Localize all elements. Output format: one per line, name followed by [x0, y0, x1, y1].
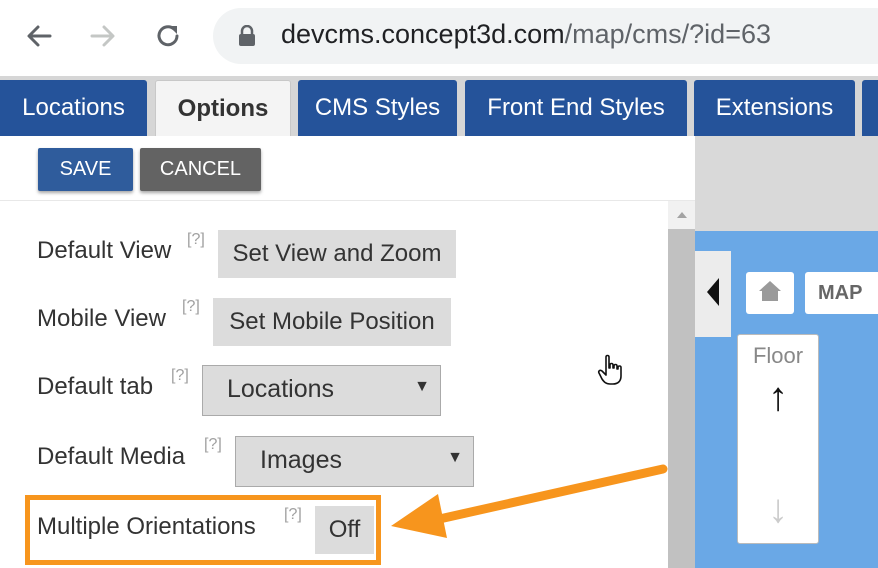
home-icon [758, 280, 782, 307]
floor-down-arrow[interactable]: ↓ [738, 487, 818, 532]
floor-up-arrow[interactable]: ↑ [738, 375, 818, 420]
floor-label: Floor [752, 343, 804, 368]
set-view-zoom-button[interactable]: Set View and Zoom [218, 230, 456, 278]
cancel-button[interactable]: CANCEL [140, 148, 261, 191]
chevron-left-icon [706, 277, 720, 312]
default-tab-select[interactable]: Locations ▼ [202, 365, 441, 416]
chevron-down-icon: ▼ [447, 449, 463, 466]
chevron-down-icon: ▼ [414, 378, 430, 395]
map-preview[interactable]: MAP Floor ↑ ↓ [695, 231, 878, 568]
tab-extensions[interactable]: Extensions [694, 80, 855, 136]
collapse-panel-button[interactable] [695, 251, 731, 337]
url-host: devcms.concept3d.com [281, 19, 565, 49]
default-tab-label: Default tab [37, 373, 154, 400]
tab-cms-styles[interactable]: CMS Styles [298, 80, 457, 136]
forward-arrow-icon[interactable] [81, 14, 125, 58]
browser-chrome: devcms.concept3d.com/map/cms/?id=63 [0, 0, 878, 76]
tab-bar: Locations Options CMS Styles Front End S… [0, 76, 878, 136]
floor-selector[interactable]: Floor ↑ ↓ [737, 334, 819, 544]
reload-icon[interactable] [146, 14, 190, 58]
pointer-hand-icon [597, 354, 625, 391]
tab-options[interactable]: Options [155, 80, 291, 136]
map-header-area [695, 136, 878, 231]
default-media-value: Images [260, 446, 342, 474]
map-view-button[interactable]: MAP [805, 272, 878, 314]
options-scrollbar[interactable] [668, 201, 695, 568]
default-tab-help[interactable]: [?] [171, 367, 189, 385]
url-path: /map/cms/?id=63 [564, 19, 771, 49]
default-view-help[interactable]: [?] [187, 231, 205, 249]
tab-locations[interactable]: Locations [0, 80, 147, 136]
action-toolbar: SAVE CANCEL [0, 136, 695, 201]
mobile-view-help[interactable]: [?] [182, 298, 200, 316]
default-media-label: Default Media [37, 443, 186, 470]
home-button[interactable] [746, 272, 794, 314]
scrollbar-thumb[interactable] [668, 229, 695, 568]
mobile-view-label: Mobile View [37, 305, 166, 332]
lock-icon [238, 24, 256, 52]
address-bar[interactable]: devcms.concept3d.com/map/cms/?id=63 [213, 8, 878, 64]
save-button[interactable]: SAVE [38, 148, 133, 191]
default-view-label: Default View [37, 237, 172, 264]
tab-overflow[interactable] [862, 80, 878, 136]
default-media-select[interactable]: Images ▼ [235, 436, 474, 487]
default-media-help[interactable]: [?] [204, 436, 222, 454]
scroll-up-icon[interactable] [668, 201, 695, 228]
tab-front-end-styles[interactable]: Front End Styles [465, 80, 687, 136]
url-text: devcms.concept3d.com/map/cms/?id=63 [281, 19, 771, 50]
highlight-box [25, 495, 381, 565]
set-mobile-position-button[interactable]: Set Mobile Position [213, 298, 451, 346]
default-tab-value: Locations [227, 375, 335, 403]
back-arrow-icon[interactable] [17, 14, 61, 58]
